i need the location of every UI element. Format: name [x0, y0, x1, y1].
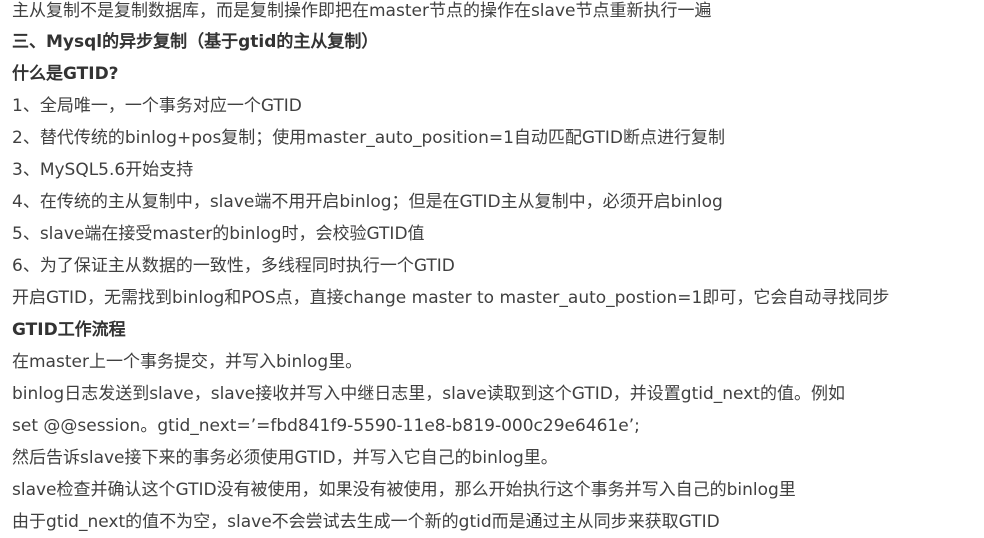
document-body: 主从复制不是复制数据库，而是复制操作即把在master节点的操作在slave节点… [12, 0, 984, 538]
paragraph-line: set @@session。gtid_next=’=fbd841f9-5590-… [12, 416, 640, 436]
list-item: 6、为了保证主从数据的一致性，多线程同时执行一个GTID [12, 256, 455, 276]
list-item: 2、替代传统的binlog+pos复制；使用master_auto_positi… [12, 128, 725, 148]
section-heading: 三、Mysql的异步复制（基于gtid的主从复制） [12, 32, 379, 52]
paragraph-line: 由于gtid_next的值不为空，slave不会尝试去生成一个新的gtid而是通… [12, 512, 720, 532]
list-item: 5、slave端在接受master的binlog时，会校验GTID值 [12, 224, 425, 244]
intro-line: 主从复制不是复制数据库，而是复制操作即把在master节点的操作在slave节点… [12, 1, 712, 21]
paragraph-line: 然后告诉slave接下来的事务必须使用GTID，并写入它自己的binlog里。 [12, 448, 558, 468]
paragraph-line: 开启GTID，无需找到binlog和POS点，直接change master t… [12, 288, 890, 308]
subheading-what-is-gtid: 什么是GTID? [12, 64, 119, 84]
list-item: 3、MySQL5.6开始支持 [12, 160, 194, 180]
list-item: 1、全局唯一，一个事务对应一个GTID [12, 96, 302, 116]
paragraph-line: slave检查并确认这个GTID没有被使用，如果没有被使用，那么开始执行这个事务… [12, 480, 796, 500]
subheading-gtid-workflow: GTID工作流程 [12, 320, 126, 340]
paragraph-line: 在master上一个事务提交，并写入binlog里。 [12, 352, 363, 372]
paragraph-line: binlog日志发送到slave，slave接收并写入中继日志里，slave读取… [12, 384, 845, 404]
list-item: 4、在传统的主从复制中，slave端不用开启binlog；但是在GTID主从复制… [12, 192, 723, 212]
